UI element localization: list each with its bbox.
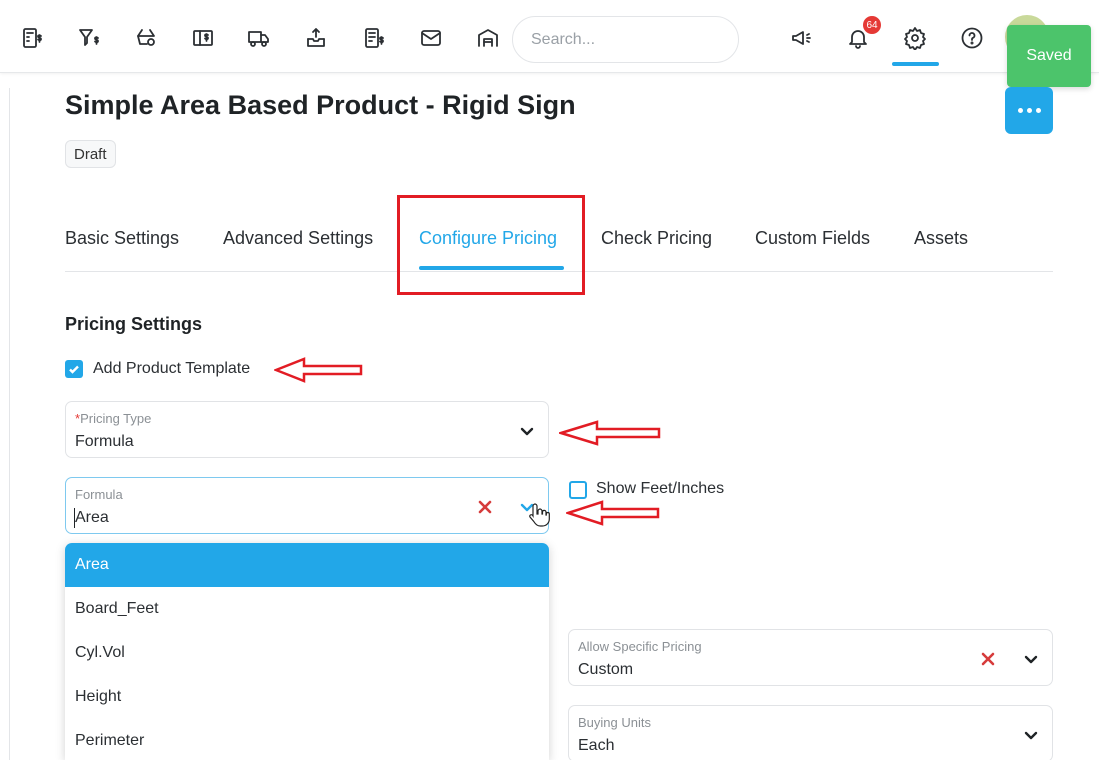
add-template-checkbox[interactable] xyxy=(65,360,83,378)
mail-icon[interactable] xyxy=(418,25,444,51)
allow-specific-pricing-value: Custom xyxy=(578,661,634,678)
allow-specific-pricing-select[interactable]: Allow Specific Pricing Custom xyxy=(568,629,1053,686)
pricing-type-select[interactable]: *Pricing Type Formula xyxy=(65,401,549,458)
more-dot-icon xyxy=(1017,108,1023,113)
inbox-icon[interactable] xyxy=(303,25,329,51)
page-title: Simple Area Based Product - Rigid Sign xyxy=(65,90,576,120)
tab-check-pricing[interactable]: Check Pricing xyxy=(601,228,712,249)
notification-badge: 64 xyxy=(861,14,883,36)
chevron-down-icon[interactable] xyxy=(1022,650,1040,668)
gear-icon[interactable] xyxy=(902,25,928,51)
buying-units-select[interactable]: Buying Units Each xyxy=(568,705,1053,760)
annotation-arrow-icon xyxy=(272,357,364,383)
search-input[interactable]: Search... xyxy=(512,16,739,63)
dropdown-option[interactable]: Height xyxy=(65,675,549,719)
pricing-type-value: Formula xyxy=(75,433,134,450)
annotation-highlight-box xyxy=(397,195,585,295)
help-icon[interactable] xyxy=(959,25,985,51)
tab-advanced-settings[interactable]: Advanced Settings xyxy=(223,228,373,249)
status-badge: Draft xyxy=(65,140,116,168)
allow-specific-pricing-label: Allow Specific Pricing xyxy=(578,639,702,654)
more-dot-icon xyxy=(1035,108,1041,113)
warehouse-icon[interactable] xyxy=(475,25,501,51)
left-rail xyxy=(0,88,10,760)
clear-icon[interactable] xyxy=(981,652,995,666)
formula-dropdown-menu: Area Board_Feet Cyl.Vol Height Perimeter xyxy=(65,543,549,760)
show-feet-inches-label: Show Feet/Inches xyxy=(596,480,725,497)
section-title: Pricing Settings xyxy=(65,314,203,334)
top-bar: Search... 64 xyxy=(0,0,1099,73)
tab-assets[interactable]: Assets xyxy=(914,228,968,249)
pricing-type-label: *Pricing Type xyxy=(75,411,152,426)
price-filter-icon[interactable] xyxy=(76,25,102,51)
dropdown-option[interactable]: Cyl.Vol xyxy=(65,631,549,675)
formula-input[interactable]: Area xyxy=(75,509,109,527)
text-caret xyxy=(74,508,75,528)
invoice-icon[interactable] xyxy=(19,25,45,51)
clear-icon[interactable] xyxy=(478,500,492,514)
tab-basic-settings[interactable]: Basic Settings xyxy=(65,228,179,249)
dropdown-option[interactable]: Perimeter xyxy=(65,719,549,760)
annotation-arrow-icon xyxy=(556,420,661,446)
shipping-truck-icon[interactable] xyxy=(246,25,272,51)
buying-units-value: Each xyxy=(578,737,615,754)
saved-toast: Saved xyxy=(1007,25,1091,87)
formula-select[interactable]: Formula Area xyxy=(65,477,549,534)
chevron-down-icon[interactable] xyxy=(1022,726,1040,744)
catalog-icon[interactable] xyxy=(190,25,216,51)
show-feet-inches-checkbox[interactable] xyxy=(569,481,587,499)
tab-custom-fields[interactable]: Custom Fields xyxy=(755,228,870,249)
more-actions-button[interactable] xyxy=(1005,87,1053,134)
dropdown-option[interactable]: Area xyxy=(65,543,549,587)
more-dot-icon xyxy=(1026,108,1032,113)
active-nav-indicator xyxy=(892,62,939,66)
dropdown-option[interactable]: Board_Feet xyxy=(65,587,549,631)
add-template-label: Add Product Template xyxy=(93,360,251,377)
report-icon[interactable] xyxy=(361,25,387,51)
annotation-arrow-icon xyxy=(563,500,660,526)
hand-pointer-icon xyxy=(529,503,550,527)
product-basket-icon[interactable] xyxy=(133,25,159,51)
formula-label: Formula xyxy=(75,487,123,502)
check-icon xyxy=(69,365,79,374)
buying-units-label: Buying Units xyxy=(578,715,651,730)
megaphone-icon[interactable] xyxy=(788,25,814,51)
chevron-down-icon[interactable] xyxy=(518,422,536,440)
